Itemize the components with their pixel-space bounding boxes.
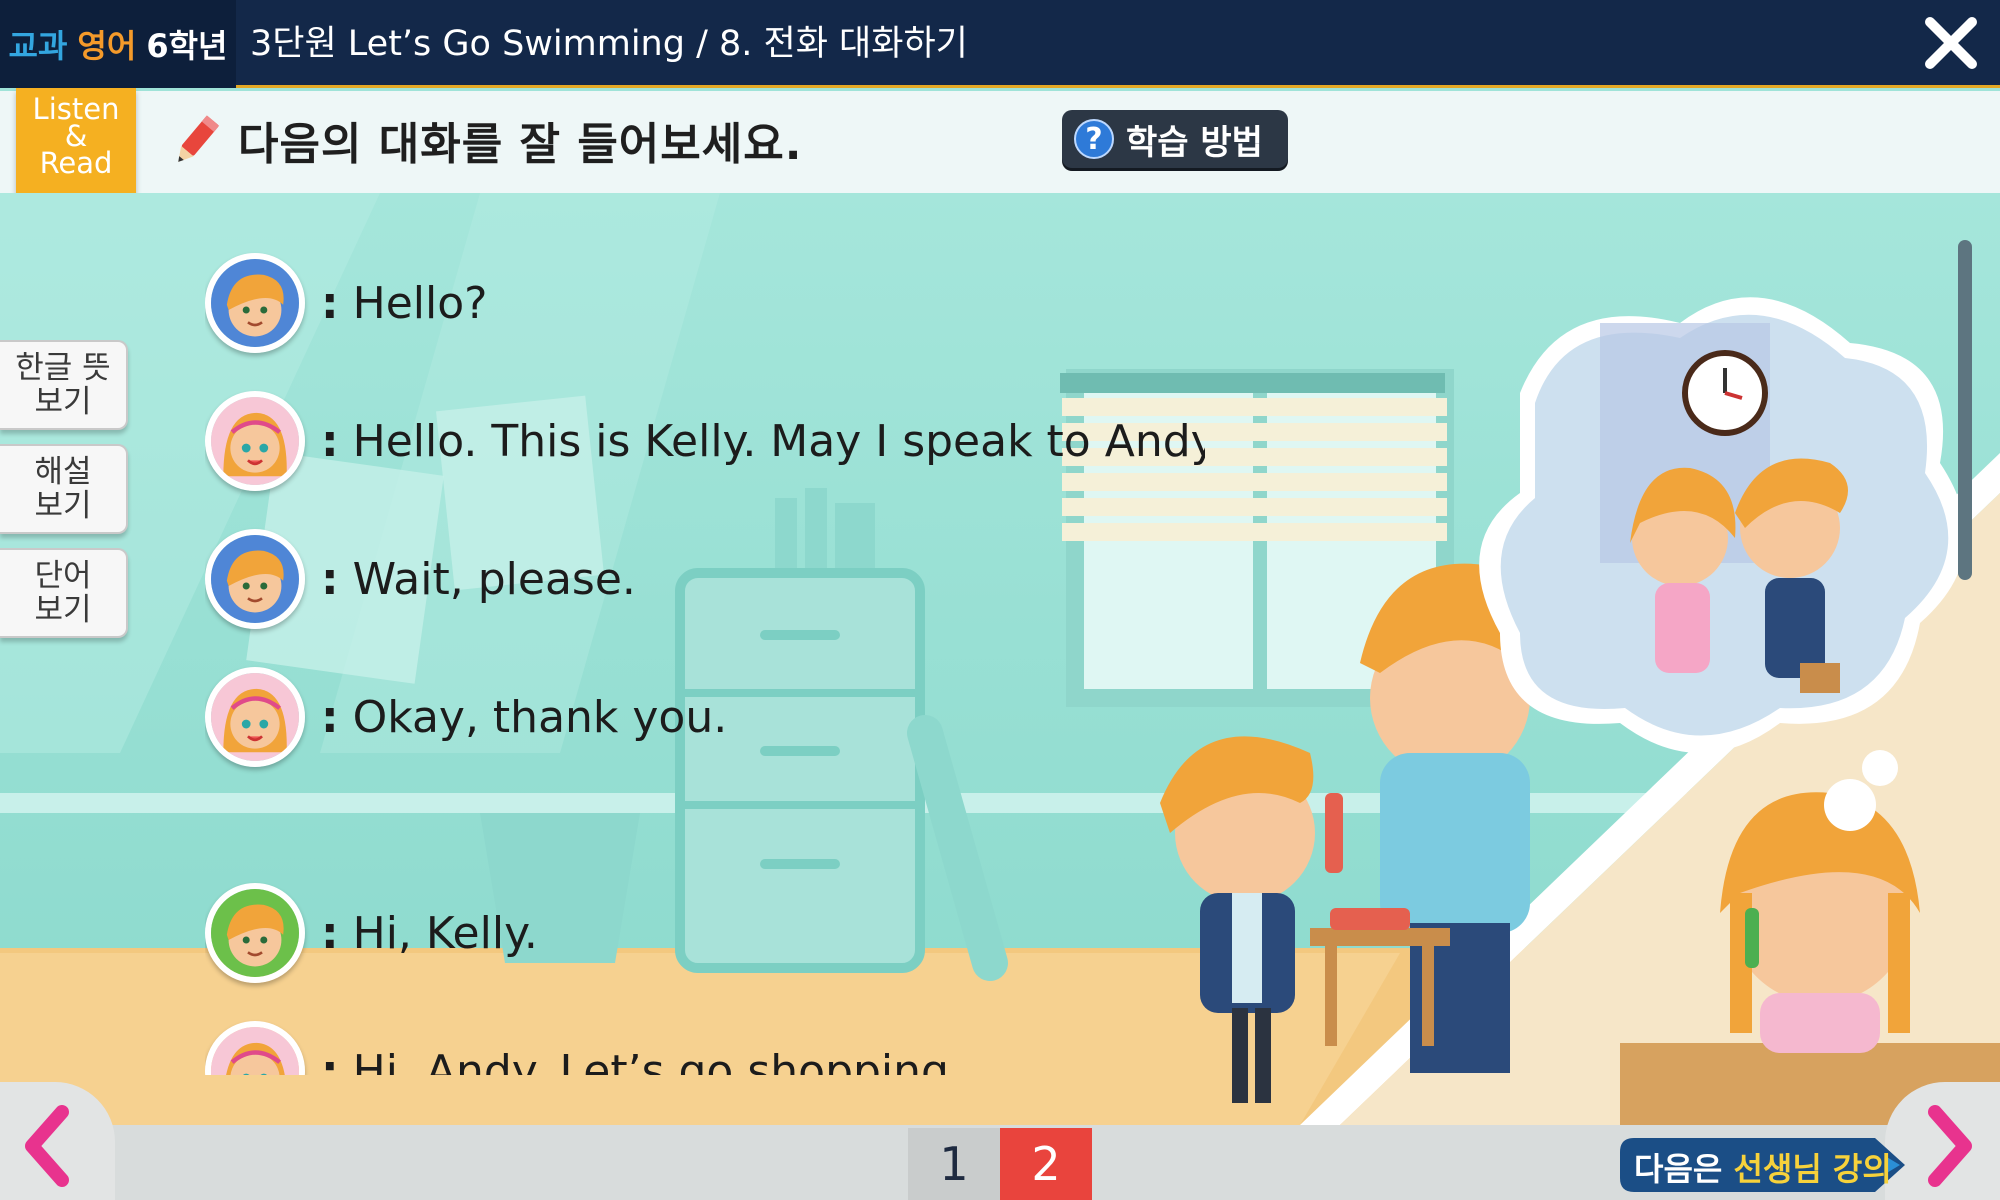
dialogue-scrollbar[interactable] xyxy=(1958,240,1972,580)
avatar-andy xyxy=(205,253,305,353)
speech-colon: : xyxy=(321,553,339,605)
dialogue-text: Hi, Andy. Let’s go shopping. xyxy=(352,1045,963,1076)
dialogue-line[interactable]: : Hello. This is Kelly. May I speak to A… xyxy=(205,391,1205,491)
subject-label-grade: 6학년 xyxy=(146,27,228,65)
avatar-kelly xyxy=(205,391,305,491)
girl-avatar-icon xyxy=(211,1027,299,1075)
avatar-kelly xyxy=(205,667,305,767)
close-icon[interactable] xyxy=(1922,14,1980,72)
speech-colon: : xyxy=(321,415,339,467)
dialogue-line[interactable]: : Okay, thank you. xyxy=(205,667,727,767)
dialogue-line[interactable]: : Hello? xyxy=(205,253,488,353)
subject-label-english: 영어 xyxy=(77,27,137,65)
subject-badge: 교과 영어 6학년 xyxy=(0,0,236,88)
instruction-text: 다음의 대화를 잘 들어보세요. xyxy=(238,119,803,170)
listen-read-label-3: Read xyxy=(39,146,113,180)
dialogue-text: Hello. This is Kelly. May I speak to And… xyxy=(352,415,1205,467)
question-icon: ? xyxy=(1074,119,1114,159)
girl-avatar-icon xyxy=(211,673,299,761)
dialogue-line[interactable]: : Hi, Kelly. xyxy=(205,883,538,983)
prev-page-button[interactable] xyxy=(0,1082,115,1200)
dialogue-panel: : Hello? : Hello. This is Kelly. May I s… xyxy=(205,245,1205,1075)
speech-colon: : xyxy=(321,691,339,743)
dialogue-line[interactable]: : Wait, please. xyxy=(205,529,636,629)
close-button[interactable] xyxy=(1922,14,1980,72)
page-button-2[interactable]: 2 xyxy=(1000,1128,1092,1200)
chevron-left-icon xyxy=(25,1105,69,1187)
speech-colon: : xyxy=(321,1045,339,1076)
speech-colon: : xyxy=(321,277,339,329)
avatar-kelly xyxy=(205,1021,305,1075)
subject-label-textbook: 교과 xyxy=(8,27,68,65)
side-button-explanation[interactable]: 해설 보기 xyxy=(0,444,128,534)
page-button-1[interactable]: 1 xyxy=(908,1128,1000,1200)
speech-colon: : xyxy=(321,907,339,959)
dialogue-text: Wait, please. xyxy=(352,553,636,605)
girl-avatar-icon xyxy=(211,397,299,485)
boy-avatar-icon xyxy=(211,535,299,623)
boy-avatar-icon xyxy=(211,259,299,347)
listen-read-label-1: Listen xyxy=(32,92,120,126)
next-lecture-prefix: 다음은 xyxy=(1634,1150,1734,1188)
dialogue-text: Hello? xyxy=(352,277,488,329)
dialogue-text: Hi, Kelly. xyxy=(352,907,538,959)
dialogue-line[interactable]: : Hi, Andy. Let’s go shopping. xyxy=(205,1021,963,1075)
boy-avatar-icon xyxy=(211,889,299,977)
avatar-andy-green xyxy=(205,883,305,983)
dialogue-text: Okay, thank you. xyxy=(352,691,728,743)
study-method-label: 학습 방법 xyxy=(1126,122,1263,163)
pencil-icon xyxy=(178,115,220,162)
next-lecture-label: 다음은 선생님 강의 xyxy=(1634,1144,1892,1190)
next-lecture-highlight: 선생님 강의 xyxy=(1733,1150,1892,1188)
top-bar: 교과 영어 6학년 3단원 Let’s Go Swimming / 8. 전화 … xyxy=(0,0,2000,88)
side-button-vocabulary[interactable]: 단어 보기 xyxy=(0,548,128,638)
lesson-title: 3단원 Let’s Go Swimming / 8. 전화 대화하기 xyxy=(250,24,968,64)
avatar-andy xyxy=(205,529,305,629)
study-method-button[interactable]: ? 학습 방법 xyxy=(1062,110,1288,168)
next-teacher-lecture-button[interactable]: 다음은 선생님 강의 xyxy=(1620,1138,1910,1192)
side-button-korean-meaning[interactable]: 한글 뜻 보기 xyxy=(0,340,128,430)
